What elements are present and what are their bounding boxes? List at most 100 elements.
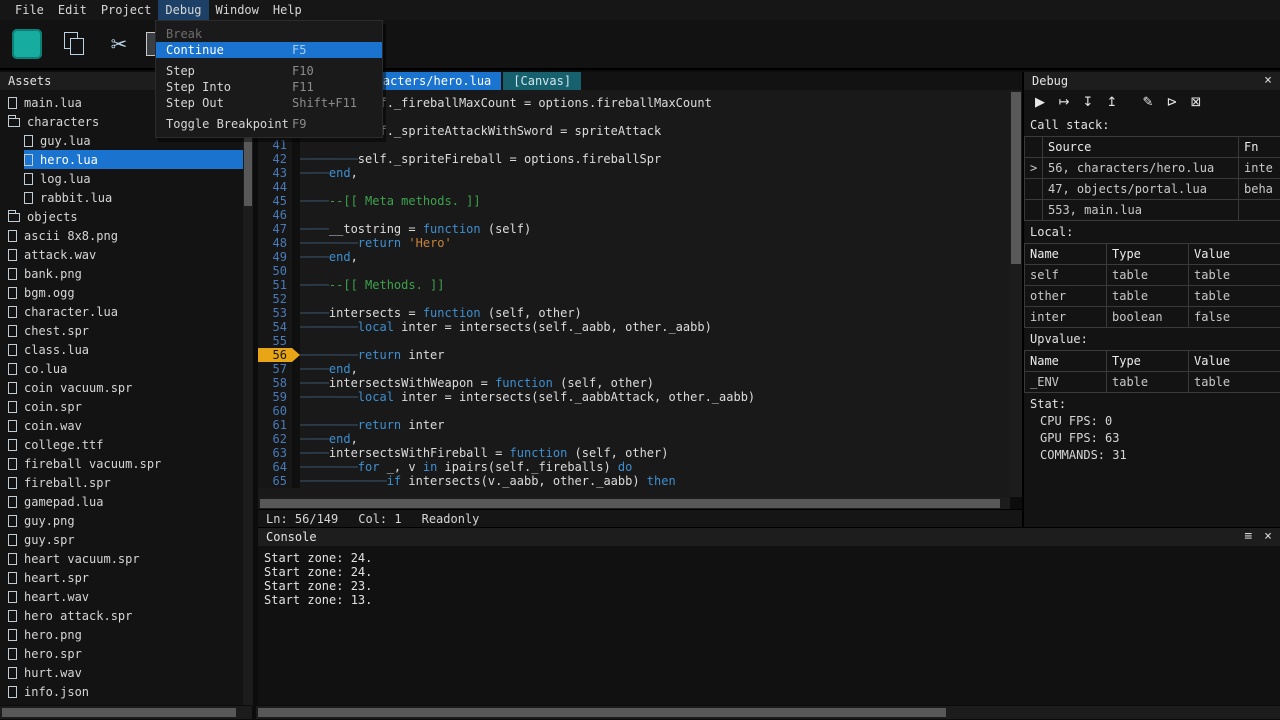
callstack-row[interactable]: >56, characters/hero.luainte	[1025, 158, 1280, 179]
breakpoint-margin[interactable]	[292, 222, 300, 236]
asset-item-hero-png[interactable]: hero.png	[0, 625, 243, 644]
line-number-45[interactable]: 45	[258, 194, 292, 208]
code-line-60[interactable]: 60	[258, 404, 1010, 418]
locals-row[interactable]: selftabletable	[1025, 265, 1280, 286]
breakpoint-margin[interactable]	[292, 306, 300, 320]
asset-item-log-lua[interactable]: log.lua	[0, 169, 243, 188]
code-line-41[interactable]: 41	[258, 138, 1010, 152]
line-number-56[interactable]: 56	[258, 348, 292, 362]
upvalues-row[interactable]: _ENVtabletable	[1025, 372, 1280, 393]
tab-canvas[interactable]: [Canvas]	[503, 72, 581, 90]
menu-item-project[interactable]: Project	[94, 0, 159, 20]
code-line-56[interactable]: 56────────return inter	[258, 348, 1010, 362]
copy-icon[interactable]	[60, 29, 90, 59]
asset-item-fireball-spr[interactable]: fireball.spr	[0, 473, 243, 492]
line-number-50[interactable]: 50	[258, 264, 292, 278]
breakpoint-margin[interactable]	[292, 180, 300, 194]
line-number-44[interactable]: 44	[258, 180, 292, 194]
assets-scrollbar[interactable]	[243, 90, 253, 705]
line-number-55[interactable]: 55	[258, 334, 292, 348]
breakpoint-margin[interactable]	[292, 376, 300, 390]
code-line-52[interactable]: 52	[258, 292, 1010, 306]
line-number-47[interactable]: 47	[258, 222, 292, 236]
step-into-button[interactable]: ↧	[1078, 93, 1098, 111]
step-out-button[interactable]: ↥	[1102, 93, 1122, 111]
clear-breakpoints-button[interactable]: ⊠	[1186, 93, 1206, 111]
line-number-57[interactable]: 57	[258, 362, 292, 376]
code-line-54[interactable]: 54────────local inter = intersects(self.…	[258, 320, 1010, 334]
line-number-41[interactable]: 41	[258, 138, 292, 152]
asset-item-co-lua[interactable]: co.lua	[0, 359, 243, 378]
assets-hscrollbar[interactable]	[0, 706, 252, 719]
debug-menu-item-step[interactable]: StepF10	[156, 63, 382, 79]
code-line-61[interactable]: 61────────return inter	[258, 418, 1010, 432]
asset-item-bgm-ogg[interactable]: bgm.ogg	[0, 283, 243, 302]
asset-item-clipped[interactable]	[0, 701, 243, 705]
callstack-row[interactable]: 47, objects/portal.luabeha	[1025, 179, 1280, 200]
breakpoint-margin[interactable]	[292, 166, 300, 180]
code-line-45[interactable]: 45────--[[ Meta methods. ]]	[258, 194, 1010, 208]
code-line-55[interactable]: 55	[258, 334, 1010, 348]
code-line-63[interactable]: 63────intersectsWithFireball = function …	[258, 446, 1010, 460]
line-number-52[interactable]: 52	[258, 292, 292, 306]
code-line-51[interactable]: 51────--[[ Methods. ]]	[258, 278, 1010, 292]
code-line-42[interactable]: 42────────self._spriteFireball = options…	[258, 152, 1010, 166]
menu-item-edit[interactable]: Edit	[51, 0, 94, 20]
breakpoint-margin[interactable]	[292, 264, 300, 278]
debug-menu-item-continue[interactable]: ContinueF5	[156, 42, 382, 58]
code-line-65[interactable]: 65────────────if intersects(v._aabb, oth…	[258, 474, 1010, 488]
locals-row[interactable]: othertabletable	[1025, 286, 1280, 307]
asset-item-heart-spr[interactable]: heart.spr	[0, 568, 243, 587]
breakpoint-margin[interactable]	[292, 138, 300, 152]
code-line-49[interactable]: 49────end,	[258, 250, 1010, 264]
line-number-48[interactable]: 48	[258, 236, 292, 250]
asset-item-heart-vacuum-spr[interactable]: heart vacuum.spr	[0, 549, 243, 568]
assets-hscrollbar-thumb[interactable]	[2, 708, 236, 717]
breakpoint-margin[interactable]	[292, 208, 300, 222]
asset-item-attack-wav[interactable]: attack.wav	[0, 245, 243, 264]
code-line-46[interactable]: 46	[258, 208, 1010, 222]
asset-item-bank-png[interactable]: bank.png	[0, 264, 243, 283]
asset-item-hero-attack-spr[interactable]: hero attack.spr	[0, 606, 243, 625]
asset-item-hero-spr[interactable]: hero.spr	[0, 644, 243, 663]
code-line-57[interactable]: 57────end,	[258, 362, 1010, 376]
breakpoint-margin[interactable]	[292, 334, 300, 348]
step-over-button[interactable]: ↦	[1054, 93, 1074, 111]
line-number-63[interactable]: 63	[258, 446, 292, 460]
breakpoint-margin[interactable]	[292, 348, 300, 362]
code-line-44[interactable]: 44	[258, 180, 1010, 194]
breakpoint-margin[interactable]	[292, 152, 300, 166]
asset-item-hero-lua[interactable]: hero.lua	[0, 150, 243, 169]
line-number-42[interactable]: 42	[258, 152, 292, 166]
edit-breakpoints-button[interactable]: ✎	[1138, 93, 1158, 111]
code-line-59[interactable]: 59────────local inter = intersects(self.…	[258, 390, 1010, 404]
debug-menu-item-step-out[interactable]: Step OutShift+F11	[156, 95, 382, 111]
breakpoint-margin[interactable]	[292, 418, 300, 432]
callstack-row[interactable]: 553, main.lua	[1025, 200, 1280, 221]
menu-item-file[interactable]: File	[8, 0, 51, 20]
asset-item-guy-spr[interactable]: guy.spr	[0, 530, 243, 549]
breakpoint-margin[interactable]	[292, 362, 300, 376]
breakpoint-margin[interactable]	[292, 404, 300, 418]
breakpoint-margin[interactable]	[292, 432, 300, 446]
asset-item-info-json[interactable]: info.json	[0, 682, 243, 701]
line-number-59[interactable]: 59	[258, 390, 292, 404]
line-number-61[interactable]: 61	[258, 418, 292, 432]
console-hscrollbar-thumb[interactable]	[258, 708, 946, 717]
asset-item-ascii-8x8-png[interactable]: ascii 8x8.png	[0, 226, 243, 245]
debug-menu-item-break[interactable]: Break	[156, 26, 382, 42]
code-line-64[interactable]: 64────────for _, v in ipairs(self._fireb…	[258, 460, 1010, 474]
continue-button[interactable]: ▶	[1030, 93, 1050, 111]
breakpoint-margin[interactable]	[292, 278, 300, 292]
code-line-48[interactable]: 48────────return 'Hero'	[258, 236, 1010, 250]
console-hscrollbar[interactable]	[256, 706, 1280, 719]
breakpoint-margin[interactable]	[292, 474, 300, 488]
asset-item-gamepad-lua[interactable]: gamepad.lua	[0, 492, 243, 511]
breakpoint-margin[interactable]	[292, 194, 300, 208]
breakpoint-margin[interactable]	[292, 250, 300, 264]
line-number-62[interactable]: 62	[258, 432, 292, 446]
editor-scrollbar-thumb[interactable]	[1011, 92, 1021, 264]
line-number-60[interactable]: 60	[258, 404, 292, 418]
breakpoint-margin[interactable]	[292, 460, 300, 474]
line-number-54[interactable]: 54	[258, 320, 292, 334]
